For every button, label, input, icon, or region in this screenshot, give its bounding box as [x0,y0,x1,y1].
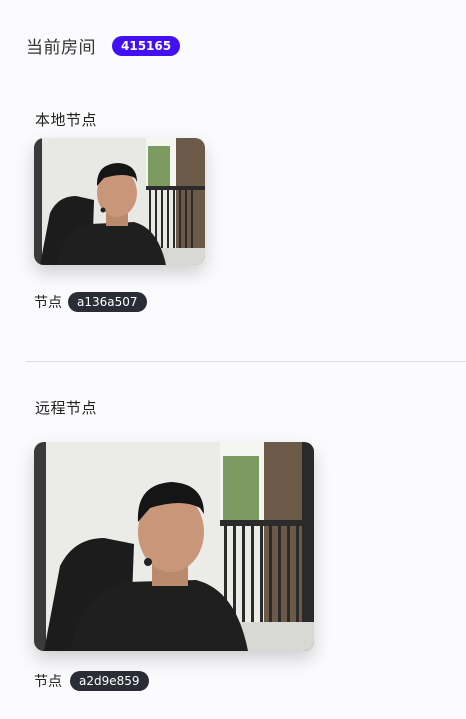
section-divider [26,361,466,362]
local-node-row: 节点 a136a507 [34,292,147,312]
rtc-room-page: 当前房间 415165 本地节点 节点 a136a507 远程节点 节点 a2d… [0,0,466,719]
remote-node-label: 节点 [34,674,62,690]
remote-node-id-badge: a2d9e859 [70,671,149,691]
local-camera-feed-icon [34,138,205,265]
local-node-id-badge: a136a507 [68,292,147,312]
remote-node-title: 远程节点 [35,399,98,417]
local-node-title: 本地节点 [35,111,98,129]
room-id-badge: 415165 [112,35,181,56]
remote-node-row: 节点 a2d9e859 [34,671,149,691]
remote-camera-feed-icon [34,442,314,651]
local-video[interactable] [34,138,205,265]
room-header: 当前房间 415165 [26,33,181,58]
remote-video[interactable] [34,442,314,651]
room-label: 当前房间 [26,38,96,58]
local-node-label: 节点 [34,295,62,311]
